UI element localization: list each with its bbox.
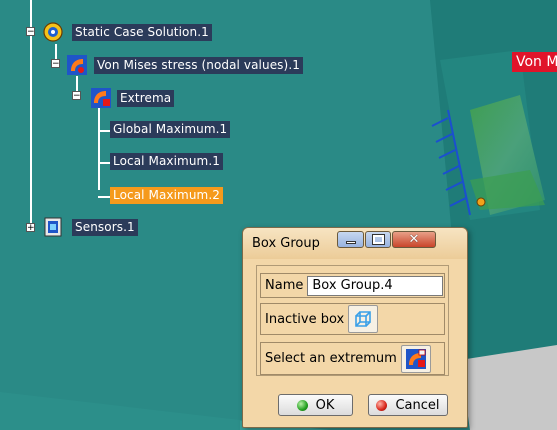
tree-item-static-case-solution[interactable]: Static Case Solution.1 (42, 21, 212, 43)
tree-item-label: Sensors.1 (72, 218, 138, 236)
cancel-label: Cancel (395, 397, 440, 413)
box-group-dialog: Box Group ✕ Name Inactive box (242, 227, 468, 428)
extremum-icon (405, 348, 426, 369)
tree-connector (98, 162, 110, 164)
inactive-box-button[interactable] (348, 305, 379, 333)
dialog-title: Box Group (252, 236, 320, 251)
image-legend-tag: Von Mises (512, 52, 557, 72)
name-row: Name (260, 273, 445, 298)
inactive-box-row: Inactive box (260, 303, 445, 335)
select-extremum-row: Select an extremum (260, 342, 445, 375)
static-case-solution-icon (42, 21, 64, 43)
extremum-marker (476, 197, 486, 207)
dialog-titlebar[interactable]: Box Group ✕ (243, 228, 467, 259)
tree-item-sensors[interactable]: Sensors.1 (42, 216, 138, 238)
tree-item-local-maximum-2[interactable]: Local Maximum.2 (110, 187, 223, 204)
tree-connector (98, 196, 110, 198)
select-extremum-button[interactable] (400, 344, 431, 373)
maximize-button[interactable] (365, 231, 391, 248)
collapse-toggle[interactable]: − (51, 59, 60, 69)
expand-toggle[interactable]: + (26, 223, 35, 233)
cancel-button[interactable]: Cancel (368, 394, 448, 416)
tree-item-local-maximum-1[interactable]: Local Maximum.1 (110, 153, 223, 170)
minimize-button[interactable] (337, 231, 364, 248)
collapse-toggle[interactable]: − (26, 27, 35, 37)
collapse-toggle[interactable]: − (72, 91, 81, 101)
ok-button[interactable]: OK (278, 394, 353, 416)
box-wireframe-icon (355, 311, 372, 327)
name-label: Name (265, 278, 304, 293)
von-mises-stress-icon (66, 54, 88, 76)
tree-connector (98, 130, 110, 132)
extrema-icon (90, 87, 112, 109)
tree-item-label: Extrema (117, 89, 175, 107)
inactive-box-label: Inactive box (265, 311, 345, 327)
dialog-panel: Name Inactive box Select an e (256, 265, 449, 376)
tree-connector (98, 108, 100, 190)
close-button[interactable]: ✕ (392, 231, 436, 248)
select-extremum-label: Select an extremum (265, 351, 397, 366)
tree-item-label: Static Case Solution.1 (72, 23, 212, 41)
tree-item-label: Local Maximum.2 (110, 187, 223, 204)
ok-icon (296, 399, 308, 411)
sensors-icon (42, 216, 64, 238)
ok-label: OK (315, 397, 335, 413)
tree-item-von-mises-stress[interactable]: Von Mises stress (nodal values).1 (66, 54, 303, 76)
close-icon: ✕ (408, 232, 420, 247)
cancel-icon (376, 399, 388, 411)
maximize-icon (371, 234, 385, 245)
tree-item-label: Local Maximum.1 (110, 153, 223, 170)
tree-item-global-maximum[interactable]: Global Maximum.1 (110, 121, 231, 138)
tree-item-label: Global Maximum.1 (110, 121, 231, 138)
tree-item-extrema[interactable]: Extrema (90, 87, 175, 109)
name-input[interactable] (307, 275, 444, 296)
tree-item-label: Von Mises stress (nodal values).1 (94, 56, 303, 74)
minimize-icon (345, 241, 356, 244)
